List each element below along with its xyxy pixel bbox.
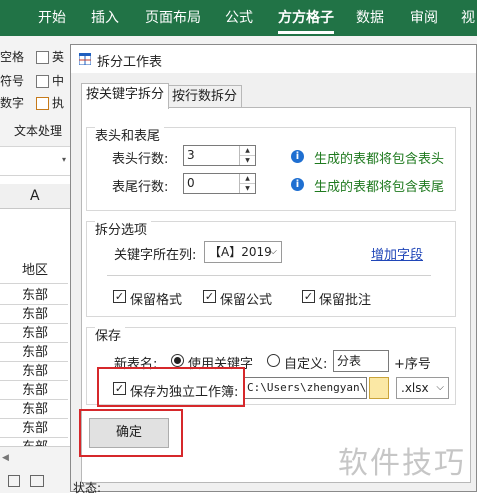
group-title: 表头和表尾	[95, 125, 165, 144]
highlight-ok-button	[79, 409, 183, 457]
ribbon-execute[interactable]: 执	[36, 94, 64, 111]
ribbon-check-zh[interactable]: 中	[36, 72, 64, 89]
key-column-label: 关键字所在列:	[114, 248, 197, 263]
column-a-header[interactable]: A	[30, 188, 40, 204]
ribbon-item-number[interactable]: 数字	[0, 94, 24, 111]
table-cell[interactable]: 东部	[0, 286, 68, 305]
header-rows-label: 表头行数:	[112, 152, 169, 167]
ribbon-tab-formulas[interactable]: 公式	[225, 0, 253, 36]
ribbon-tab-bar: 开始 插入 页面布局 公式 方方格子 数据 审阅 视	[0, 0, 477, 36]
keep-formula-label: 保留公式	[220, 293, 273, 308]
split-sheet-dialog: 拆分工作表 按关键字拆分 按行数拆分 表头和表尾 表头行数: 3 ▲ ▼ i 生…	[70, 44, 477, 495]
info-icon: i	[291, 178, 304, 191]
macro-icon[interactable]	[30, 475, 44, 487]
save-path-input[interactable]: C:\Users\zhengyan\De	[243, 377, 367, 399]
ribbon-tab-insert[interactable]: 插入	[91, 0, 119, 36]
keep-format-checkbox[interactable]: ✓	[113, 290, 126, 303]
table-icon	[79, 53, 91, 65]
stepper-buttons: ▲ ▼	[239, 146, 255, 165]
ribbon-item-space[interactable]: 空格	[0, 48, 24, 65]
dialog-title: 拆分工作表	[97, 55, 163, 70]
custom-name-label: 自定义:	[284, 357, 328, 372]
dialog-titlebar: 拆分工作表	[71, 45, 476, 73]
custom-name-input[interactable]: 分表	[333, 350, 389, 372]
serial-suffix-label: +序号	[394, 357, 431, 372]
watermark-text: 软件技巧	[338, 446, 466, 481]
table-cell[interactable]: 东部	[0, 381, 68, 400]
keep-comment-checkbox[interactable]: ✓	[302, 290, 315, 303]
group-title: 保存	[95, 325, 126, 344]
table-cell[interactable]: 东部	[0, 305, 68, 324]
group-title: 拆分选项	[95, 219, 152, 238]
stepper-up-icon[interactable]: ▲	[240, 146, 255, 156]
table-cell[interactable]: 东部	[0, 419, 68, 438]
ribbon-tab-review[interactable]: 审阅	[410, 0, 438, 36]
ribbon-tab-fangfang[interactable]: 方方格子	[278, 0, 334, 36]
cell-header-region[interactable]: 地区	[0, 258, 68, 284]
header-rows-stepper[interactable]: 3 ▲ ▼	[183, 145, 256, 166]
info-icon: i	[291, 150, 304, 163]
footer-hint: 生成的表都将包含表尾	[314, 180, 445, 195]
tab-split-by-rows[interactable]: 按行数拆分	[167, 85, 243, 108]
keep-formula-checkbox[interactable]: ✓	[203, 290, 216, 303]
footer-rows-label: 表尾行数:	[112, 180, 169, 195]
ribbon-check-en[interactable]: 英	[36, 48, 64, 65]
keep-comment-label: 保留批注	[319, 293, 372, 308]
status-label: 状态:	[73, 481, 102, 495]
stepper-down-icon[interactable]: ▼	[240, 184, 255, 193]
dropdown-arrow-icon[interactable]: ▾	[62, 155, 66, 164]
ribbon-check-zh-label: 中	[52, 74, 65, 88]
table-cell[interactable]: 东部	[0, 400, 68, 419]
checkbox-icon	[36, 75, 49, 88]
stepper-buttons: ▲ ▼	[239, 174, 255, 193]
sheet-view-icon[interactable]	[8, 475, 20, 487]
header-footer-group: 表头和表尾	[86, 125, 456, 211]
extension-select[interactable]: .xlsx ⌵	[396, 377, 449, 399]
table-cell[interactable]: 东部	[0, 343, 68, 362]
extension-value: .xlsx	[401, 381, 429, 395]
sheet-status-area: ◀	[0, 446, 70, 493]
footer-rows-value: 0	[187, 176, 195, 190]
chevron-down-icon: ⌵	[436, 382, 444, 393]
add-field-link[interactable]: 增加字段	[371, 244, 423, 263]
scroll-left-icon[interactable]: ◀	[2, 453, 9, 463]
ribbon-check-en-label: 英	[52, 50, 65, 64]
header-rows-value: 3	[187, 148, 195, 162]
ribbon-execute-label: 执	[52, 96, 65, 110]
chevron-down-icon: ⌵	[269, 246, 277, 257]
tab-split-by-keyword[interactable]: 按关键字拆分	[81, 83, 170, 109]
divider	[107, 275, 431, 276]
header-hint: 生成的表都将包含表头	[314, 152, 445, 167]
table-cell[interactable]: 东部	[0, 324, 68, 343]
ribbon-item-symbol[interactable]: 符号	[0, 72, 24, 89]
footer-rows-stepper[interactable]: 0 ▲ ▼	[183, 173, 256, 194]
stepper-down-icon[interactable]: ▼	[240, 156, 255, 165]
use-keyword-radio[interactable]	[171, 354, 184, 367]
key-column-value: 【A】2019	[209, 245, 272, 259]
name-box-area: ▾	[0, 147, 70, 176]
folder-icon[interactable]	[369, 377, 389, 399]
ribbon-tab-data[interactable]: 数据	[356, 0, 384, 36]
execute-icon	[36, 97, 49, 110]
ribbon-group-label: 文本处理	[14, 124, 63, 138]
ribbon-tab-page-layout[interactable]: 页面布局	[145, 0, 201, 36]
key-column-select[interactable]: 【A】2019 ⌵	[204, 241, 282, 263]
ribbon-tab-view[interactable]: 视	[461, 0, 475, 36]
highlight-save-independent	[97, 367, 245, 407]
stepper-up-icon[interactable]: ▲	[240, 174, 255, 184]
keep-format-label: 保留格式	[130, 293, 183, 308]
ribbon-tab-home[interactable]: 开始	[38, 0, 66, 36]
column-header: A	[0, 184, 70, 209]
custom-name-radio[interactable]	[267, 354, 280, 367]
checkbox-icon	[36, 51, 49, 64]
table-cell[interactable]: 东部	[0, 362, 68, 381]
